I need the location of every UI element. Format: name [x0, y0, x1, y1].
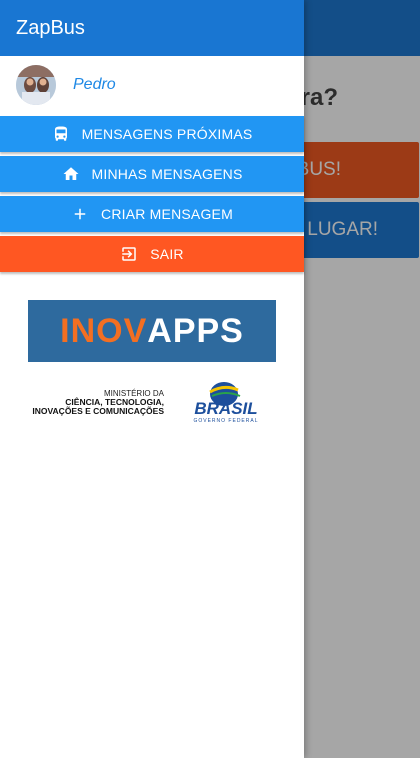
navigation-drawer: ZapBus Pedro MENSAGENS PRÓXIMAS MINHAS M… [0, 0, 304, 758]
user-profile[interactable]: Pedro [0, 56, 304, 114]
nearby-messages-button[interactable]: MENSAGENS PRÓXIMAS [0, 116, 304, 152]
my-messages-label: MINHAS MENSAGENS [91, 166, 243, 182]
avatar [16, 65, 56, 105]
inovapps-logo-part1: INOV [60, 311, 148, 350]
inovapps-logo-part2: APPS [147, 311, 244, 350]
app-title: ZapBus [16, 16, 85, 39]
create-message-label: CRIAR MENSAGEM [101, 206, 233, 222]
brasil-logo-subtitle: GOVERNO FEDERAL [193, 418, 258, 424]
create-message-button[interactable]: CRIAR MENSAGEM [0, 196, 304, 232]
drawer-menu: MENSAGENS PRÓXIMAS MINHAS MENSAGENS CRIA… [0, 116, 304, 272]
nearby-messages-label: MENSAGENS PRÓXIMAS [81, 126, 253, 142]
logout-label: SAIR [150, 246, 184, 262]
ministry-logo: MINISTÉRIO DA CIÊNCIA, TECNOLOGIA, INOVA… [28, 389, 164, 416]
exit-icon [120, 245, 138, 263]
drawer-header: ZapBus [0, 0, 304, 56]
home-icon [62, 165, 80, 183]
bus-icon [52, 125, 70, 143]
my-messages-button[interactable]: MINHAS MENSAGENS [0, 156, 304, 192]
plus-icon [71, 205, 89, 223]
user-name[interactable]: Pedro [73, 76, 116, 94]
inovapps-logo: INOV APPS [28, 300, 276, 362]
logout-button[interactable]: SAIR [0, 236, 304, 272]
brasil-logo-text: BRASIL [194, 399, 257, 418]
ministry-line3: INOVAÇÕES E COMUNICAÇÕES [32, 405, 164, 416]
government-logos: MINISTÉRIO DA CIÊNCIA, TECNOLOGIA, INOVA… [28, 380, 276, 424]
brasil-logo: BRASIL GOVERNO FEDERAL [193, 382, 258, 424]
